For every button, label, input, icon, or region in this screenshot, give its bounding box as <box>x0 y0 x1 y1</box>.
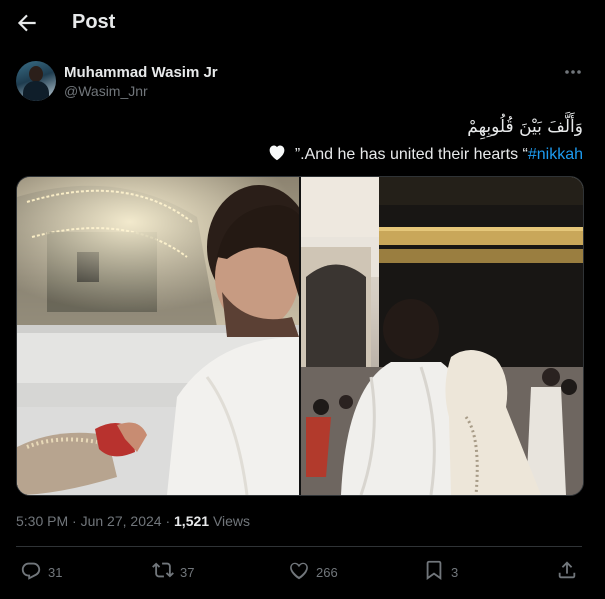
post-timestamp: 5:30 PM · Jun 27, 2024 · 1,521 Views <box>16 513 250 529</box>
separator-dot: · <box>165 513 171 529</box>
media-gallery[interactable] <box>16 176 584 496</box>
divider <box>16 546 582 547</box>
views-label: Views <box>212 513 251 529</box>
reply-icon <box>20 559 42 586</box>
post-time[interactable]: 5:30 PM <box>16 513 68 529</box>
bookmark-count: 3 <box>451 564 459 580</box>
repost-icon <box>152 559 174 586</box>
share-button[interactable] <box>556 560 578 584</box>
like-button[interactable]: 266 <box>288 560 338 584</box>
like-count: 266 <box>316 564 338 580</box>
author-name[interactable]: Muhammad Wasim Jr <box>64 64 218 81</box>
page-title: Post <box>72 11 116 33</box>
bookmark-icon <box>423 559 445 586</box>
tweet-arabic-text: وَأَلَّفَ بَيْنَ قُلُوبِهِمْ <box>467 117 583 137</box>
share-icon <box>556 559 578 586</box>
photo-window-kaaba-view[interactable] <box>17 177 299 495</box>
views-count: 1,521 <box>174 513 210 529</box>
tweet-text: ”.And he has united their hearts “ <box>294 146 528 163</box>
reply-button[interactable]: 31 <box>20 560 62 584</box>
tweet-text-line: ”.And he has united their hearts “#nikka… <box>267 143 583 166</box>
photo-couple-at-kaaba[interactable] <box>301 177 583 495</box>
back-arrow-icon[interactable] <box>14 10 40 36</box>
author-handle[interactable]: @Wasim_Jnr <box>64 83 148 99</box>
repost-button[interactable]: 37 <box>152 560 194 584</box>
more-icon[interactable] <box>562 62 584 82</box>
top-bar: Post <box>0 0 605 48</box>
separator-dot: · <box>72 513 77 529</box>
repost-count: 37 <box>180 564 195 580</box>
white-heart-icon <box>267 143 287 166</box>
avatar[interactable] <box>16 61 56 101</box>
reply-count: 31 <box>48 564 63 580</box>
hashtag-link[interactable]: #nikkah <box>528 146 583 163</box>
post-date[interactable]: Jun 27, 2024 <box>81 513 162 529</box>
bookmark-button[interactable]: 3 <box>423 560 458 584</box>
like-icon <box>288 559 310 586</box>
